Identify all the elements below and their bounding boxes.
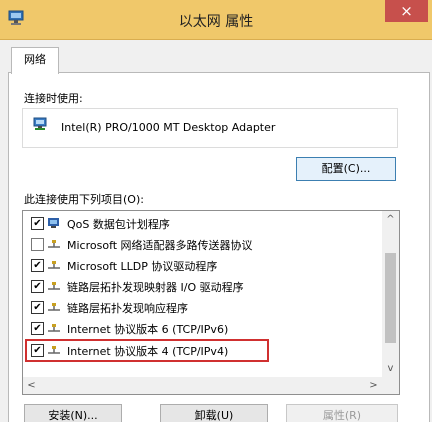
list-item[interactable]: ✔ Internet 协议版本 6 (TCP/IPv6) bbox=[23, 318, 378, 339]
checkbox[interactable]: ✔ bbox=[31, 280, 44, 293]
checkbox[interactable]: ✔ bbox=[31, 322, 44, 335]
properties-button[interactable]: 属性(R) bbox=[286, 404, 398, 422]
tab-label: 网络 bbox=[24, 53, 46, 66]
item-label: QoS 数据包计划程序 bbox=[67, 218, 170, 231]
list-item[interactable]: ✔ 链路层拓扑发现映射器 I/O 驱动程序 bbox=[23, 276, 378, 297]
item-label: 链路层拓扑发现映射器 I/O 驱动程序 bbox=[67, 281, 244, 294]
checkbox[interactable]: ✔ bbox=[31, 259, 44, 272]
title-bar[interactable]: 以太网 属性 × bbox=[0, 0, 432, 40]
checkbox[interactable]: ✔ bbox=[31, 217, 44, 230]
tab-network[interactable]: 网络 bbox=[11, 47, 59, 74]
list-item[interactable]: ✔ QoS 数据包计划程序 bbox=[23, 213, 378, 234]
uninstall-button[interactable]: 卸载(U) bbox=[160, 404, 268, 422]
qos-icon bbox=[48, 218, 59, 228]
protocol-icon bbox=[48, 303, 60, 311]
adapter-box: Intel(R) PRO/1000 MT Desktop Adapter bbox=[22, 108, 398, 148]
close-button[interactable]: × bbox=[385, 0, 428, 22]
install-button[interactable]: 安装(N)... bbox=[24, 404, 122, 422]
items-list[interactable]: ✔ QoS 数据包计划程序 Microsoft 网络适配器多路传送器协议 ✔ M… bbox=[22, 210, 400, 395]
properties-window: 以太网 属性 × 网络 连接时使用: Intel(R) PRO/1000 MT … bbox=[0, 0, 432, 422]
protocol-icon bbox=[48, 282, 60, 290]
list-item[interactable]: ✔ Microsoft LLDP 协议驱动程序 bbox=[23, 255, 378, 276]
horizontal-scrollbar[interactable]: < > bbox=[23, 377, 399, 394]
vertical-scrollbar[interactable]: ^ v bbox=[382, 211, 399, 377]
protocol-icon bbox=[48, 240, 60, 248]
item-label: Microsoft LLDP 协议驱动程序 bbox=[67, 260, 218, 273]
configure-button[interactable]: 配置(C)... bbox=[296, 157, 396, 181]
connect-using-label: 连接时使用: bbox=[24, 92, 83, 105]
highlight-box bbox=[25, 339, 269, 362]
adapter-name: Intel(R) PRO/1000 MT Desktop Adapter bbox=[61, 121, 276, 134]
list-item[interactable]: Microsoft 网络适配器多路传送器协议 bbox=[23, 234, 378, 255]
checkbox[interactable] bbox=[31, 238, 44, 251]
item-label: 链路层拓扑发现响应程序 bbox=[67, 302, 188, 315]
scroll-down-arrow-icon[interactable]: v bbox=[382, 360, 399, 377]
item-label: Internet 协议版本 6 (TCP/IPv6) bbox=[67, 323, 229, 336]
window-title: 以太网 属性 bbox=[178, 14, 254, 30]
network-card-icon bbox=[33, 117, 47, 130]
scroll-right-arrow-icon[interactable]: > bbox=[365, 377, 382, 394]
protocol-icon bbox=[48, 261, 60, 269]
scroll-left-arrow-icon[interactable]: < bbox=[23, 377, 40, 394]
checkbox[interactable]: ✔ bbox=[31, 301, 44, 314]
protocol-icon bbox=[48, 324, 60, 332]
items-label: 此连接使用下列项目(O): bbox=[24, 193, 144, 206]
scroll-up-arrow-icon[interactable]: ^ bbox=[382, 211, 399, 228]
list-item[interactable]: ✔ 链路层拓扑发现响应程序 bbox=[23, 297, 378, 318]
scroll-thumb[interactable] bbox=[385, 253, 396, 343]
item-label: Microsoft 网络适配器多路传送器协议 bbox=[67, 239, 253, 252]
